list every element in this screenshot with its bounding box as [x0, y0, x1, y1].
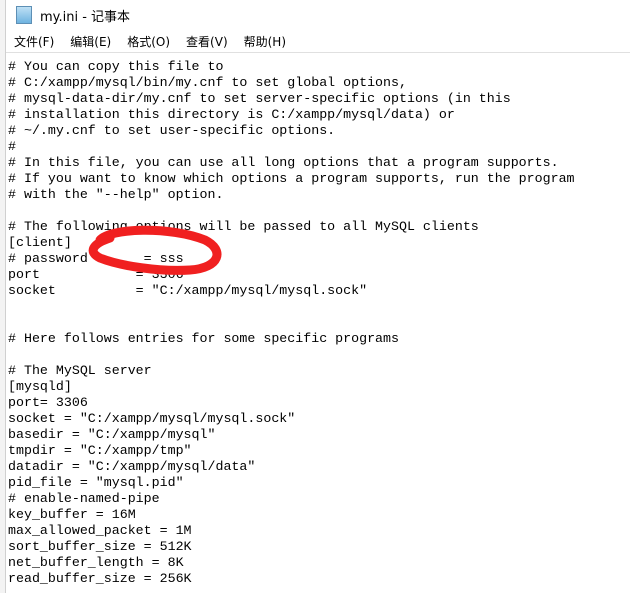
- menu-bar: 文件(F) 编辑(E) 格式(O) 查看(V) 帮助(H): [6, 30, 630, 52]
- text-line: sort_buffer_size = 512K: [8, 539, 192, 554]
- text-line: net_buffer_length = 8K: [8, 555, 184, 570]
- menu-file[interactable]: 文件(F): [6, 33, 62, 50]
- text-line: # In this file, you can use all long opt…: [8, 155, 559, 170]
- text-line: [8, 315, 575, 331]
- text-line: [8, 299, 575, 315]
- text-line: [mysqld]: [8, 379, 72, 394]
- text-line: # enable-named-pipe: [8, 491, 160, 506]
- notepad-icon: [16, 6, 32, 24]
- text-line: [8, 347, 575, 363]
- text-line: read_buffer_size = 256K: [8, 571, 192, 586]
- text-line: basedir = "C:/xampp/mysql": [8, 427, 216, 442]
- text-line: # C:/xampp/mysql/bin/my.cnf to set globa…: [8, 75, 407, 90]
- text-line: # Here follows entries for some specific…: [8, 331, 399, 346]
- editor-text[interactable]: # You can copy this file to # C:/xampp/my…: [8, 59, 575, 587]
- text-line: tmpdir = "C:/xampp/tmp": [8, 443, 192, 458]
- text-line: # You can copy this file to: [8, 59, 224, 74]
- menu-format[interactable]: 格式(O): [119, 33, 178, 50]
- window-title: my.ini - 记事本: [40, 9, 131, 25]
- text-line: [client]: [8, 235, 72, 250]
- text-line: port = 3306: [8, 267, 184, 282]
- text-line: pid_file = "mysql.pid": [8, 475, 184, 490]
- text-line: socket = "C:/xampp/mysql/mysql.sock": [8, 283, 368, 298]
- text-line: # installation this directory is C:/xamp…: [8, 107, 455, 122]
- text-line: # The following options will be passed t…: [8, 219, 479, 234]
- menu-help[interactable]: 帮助(H): [236, 33, 294, 50]
- text-line: port= 3306: [8, 395, 88, 410]
- text-line: [8, 203, 575, 219]
- text-line: # If you want to know which options a pr…: [8, 171, 575, 186]
- text-line: datadir = "C:/xampp/mysql/data": [8, 459, 256, 474]
- text-line: #: [8, 139, 16, 154]
- text-line: # mysql-data-dir/my.cnf to set server-sp…: [8, 91, 511, 106]
- text-line: socket = "C:/xampp/mysql/mysql.sock": [8, 411, 296, 426]
- title-bar: my.ini - 记事本: [6, 0, 630, 30]
- menu-edit[interactable]: 编辑(E): [62, 33, 119, 50]
- menu-view[interactable]: 查看(V): [178, 33, 236, 50]
- text-line: # The MySQL server: [8, 363, 152, 378]
- text-line: # ~/.my.cnf to set user-specific options…: [8, 123, 336, 138]
- text-line: key_buffer = 16M: [8, 507, 136, 522]
- text-line: # password = sss: [8, 251, 184, 266]
- text-line: max_allowed_packet = 1M: [8, 523, 192, 538]
- text-line: # with the "--help" option.: [8, 187, 224, 202]
- text-editor[interactable]: # You can copy this file to # C:/xampp/my…: [6, 52, 630, 593]
